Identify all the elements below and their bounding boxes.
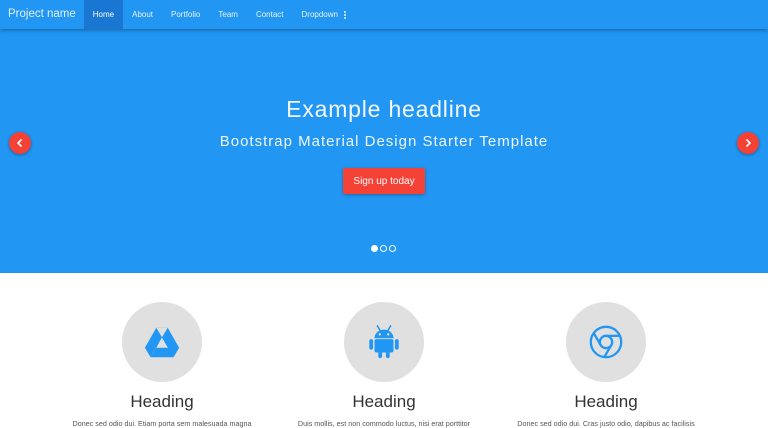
feature-icon-circle bbox=[344, 302, 424, 382]
feature-heading: Heading bbox=[352, 392, 416, 411]
sign-up-button[interactable]: Sign up today bbox=[343, 168, 425, 194]
more-vert-icon bbox=[343, 10, 346, 19]
nav-item-about[interactable]: About bbox=[123, 0, 162, 29]
navbar-brand[interactable]: Project name bbox=[0, 0, 84, 29]
chrome-icon bbox=[589, 325, 623, 359]
hero-headline: Example headline bbox=[286, 96, 482, 122]
nav-item-portfolio[interactable]: Portfolio bbox=[162, 0, 209, 29]
feature-heading: Heading bbox=[130, 392, 194, 411]
hero-carousel: Example headline Bootstrap Material Desi… bbox=[0, 29, 768, 273]
feature-icon-circle bbox=[122, 302, 202, 382]
nav-item-contact[interactable]: Contact bbox=[247, 0, 293, 29]
feature-text: Donec sed odio dui. Cras justo odio, dap… bbox=[517, 419, 695, 428]
feature-icon-circle bbox=[566, 302, 646, 382]
carousel-next-button[interactable] bbox=[737, 132, 759, 154]
nav-item-team[interactable]: Team bbox=[209, 0, 247, 29]
nav-item-label: Team bbox=[218, 10, 238, 19]
google-drive-icon bbox=[144, 327, 180, 358]
feature-column: Heading Donec sed odio dui. Etiam porta … bbox=[72, 302, 252, 428]
nav-item-label: Home bbox=[92, 10, 115, 19]
android-icon bbox=[369, 325, 399, 359]
carousel-indicators bbox=[371, 245, 396, 252]
carousel-indicator-1[interactable] bbox=[371, 245, 378, 252]
nav-item-label: Contact bbox=[255, 10, 284, 19]
hero-subheadline: Bootstrap Material Design Starter Templa… bbox=[219, 133, 549, 150]
feature-text: Duis mollis, est non commodo luctus, nis… bbox=[297, 419, 471, 428]
carousel-indicator-3[interactable] bbox=[389, 245, 396, 252]
nav-item-home[interactable]: Home bbox=[83, 0, 124, 29]
nav-item-label: Portfolio bbox=[171, 10, 201, 19]
top-navbar: Project name Home About Portfolio Team C… bbox=[0, 0, 768, 29]
nav-item-label: Dropdown bbox=[301, 10, 338, 19]
feature-heading: Heading bbox=[574, 392, 638, 411]
chevron-right-icon bbox=[745, 138, 752, 148]
feature-column: Heading Duis mollis, est non commodo luc… bbox=[294, 302, 474, 428]
nav-menu: Home About Portfolio Team Contact Dropdo… bbox=[83, 0, 355, 29]
feature-text: Donec sed odio dui. Etiam porta sem male… bbox=[72, 419, 252, 428]
feature-column: Heading Donec sed odio dui. Cras justo o… bbox=[516, 302, 696, 428]
nav-item-label: About bbox=[132, 10, 154, 19]
nav-item-dropdown[interactable]: Dropdown bbox=[293, 0, 355, 29]
carousel-indicator-2[interactable] bbox=[380, 245, 387, 252]
